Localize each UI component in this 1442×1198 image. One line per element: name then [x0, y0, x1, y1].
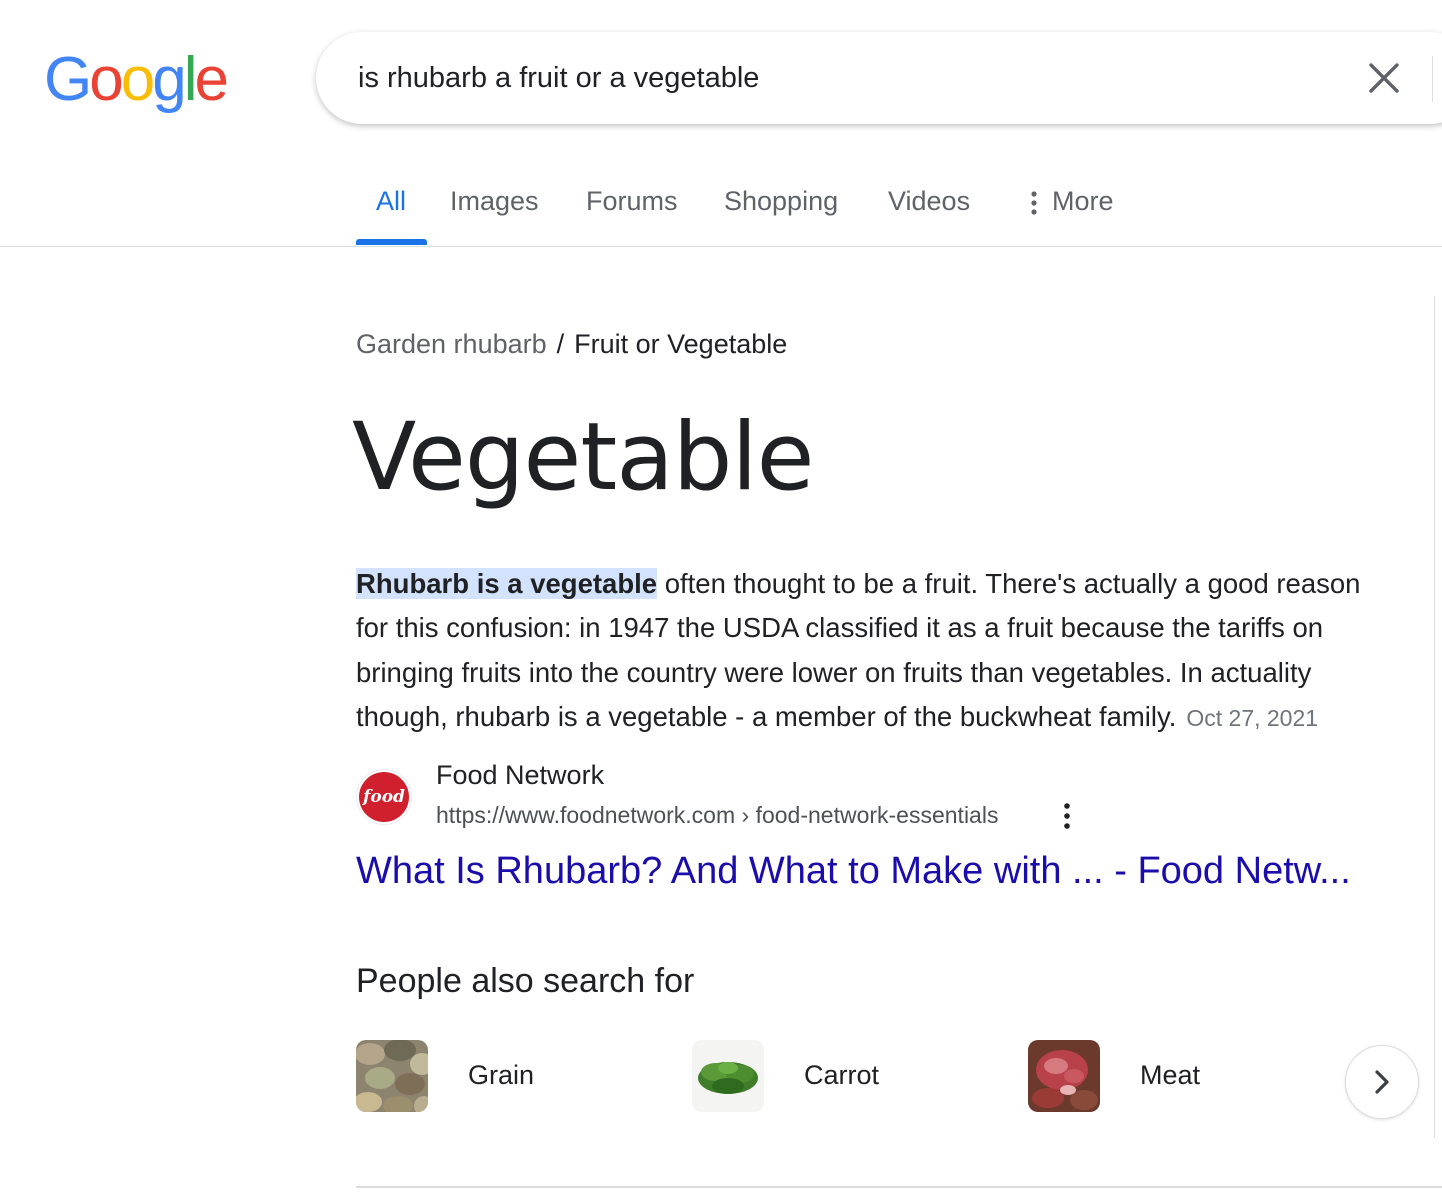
- meat-thumbnail: [1028, 1040, 1100, 1112]
- logo-letter: G: [44, 45, 92, 114]
- clear-search-button[interactable]: [1364, 58, 1404, 98]
- search-divider: [1432, 56, 1433, 102]
- breadcrumb-parent-link[interactable]: Garden rhubarb: [356, 329, 547, 359]
- vertical-dots-icon: [1031, 191, 1037, 215]
- logo-letter: e: [194, 45, 229, 114]
- snippet-date: Oct 27, 2021: [1186, 704, 1319, 731]
- source-favicon[interactable]: food: [357, 770, 411, 824]
- search-box[interactable]: [316, 32, 1442, 124]
- result-title-link[interactable]: What Is Rhubarb? And What to Make with .…: [356, 846, 1396, 896]
- people-also-search-label: Meat: [1140, 1060, 1201, 1090]
- tab-forums[interactable]: Forums: [586, 186, 678, 217]
- section-divider: [356, 1186, 1442, 1188]
- breadcrumb-current: Fruit or Vegetable: [574, 329, 788, 359]
- tab-videos[interactable]: Videos: [888, 186, 970, 217]
- carrot-thumbnail: [692, 1040, 764, 1112]
- logo-letter: o: [89, 45, 124, 114]
- tab-more[interactable]: More: [1030, 186, 1114, 217]
- next-button[interactable]: [1345, 1045, 1419, 1119]
- close-icon: [1369, 63, 1399, 93]
- breadcrumb-separator: /: [556, 329, 565, 359]
- chevron-right-icon: [1375, 1070, 1389, 1094]
- result-options-button[interactable]: [1052, 800, 1082, 834]
- vertical-dots-icon: [1064, 803, 1070, 829]
- logo-letter: g: [152, 45, 187, 114]
- featured-answer: Vegetable: [352, 403, 814, 512]
- search-input[interactable]: [358, 54, 1318, 102]
- favicon-text: food: [362, 787, 405, 807]
- people-also-search-item-meat[interactable]: Meat: [1028, 1040, 1328, 1112]
- food-network-logo-icon: food: [359, 772, 409, 822]
- tab-shopping[interactable]: Shopping: [724, 186, 838, 217]
- snippet-highlight: Rhubarb is a vegetable: [356, 568, 658, 599]
- people-also-search-heading: People also search for: [356, 962, 695, 1000]
- people-also-search-label: Grain: [468, 1060, 535, 1090]
- tab-more-label: More: [1052, 186, 1114, 216]
- people-also-search-label: Carrot: [804, 1060, 880, 1090]
- tab-images[interactable]: Images: [450, 186, 539, 217]
- logo-letter: l: [183, 45, 198, 114]
- featured-snippet-text: Rhubarb is a vegetable often thought to …: [356, 562, 1396, 740]
- tabs-divider: [0, 246, 1442, 247]
- google-logo[interactable]: Google: [44, 40, 229, 120]
- tab-all[interactable]: All: [376, 186, 406, 217]
- source-name[interactable]: Food Network: [436, 760, 604, 791]
- search-results-page: Google All Images Forums Shopping Videos…: [0, 0, 1442, 1198]
- people-also-search-item-carrot[interactable]: Carrot: [692, 1040, 992, 1112]
- source-url[interactable]: https://www.foodnetwork.com › food-netwo…: [436, 802, 998, 829]
- people-also-search-item-grain[interactable]: Grain: [356, 1040, 656, 1112]
- logo-letter: o: [120, 45, 156, 114]
- active-tab-indicator: [356, 239, 427, 245]
- column-divider: [1434, 296, 1435, 1138]
- grain-thumbnail: [356, 1040, 428, 1112]
- breadcrumb: Garden rhubarb / Fruit or Vegetable: [356, 326, 787, 362]
